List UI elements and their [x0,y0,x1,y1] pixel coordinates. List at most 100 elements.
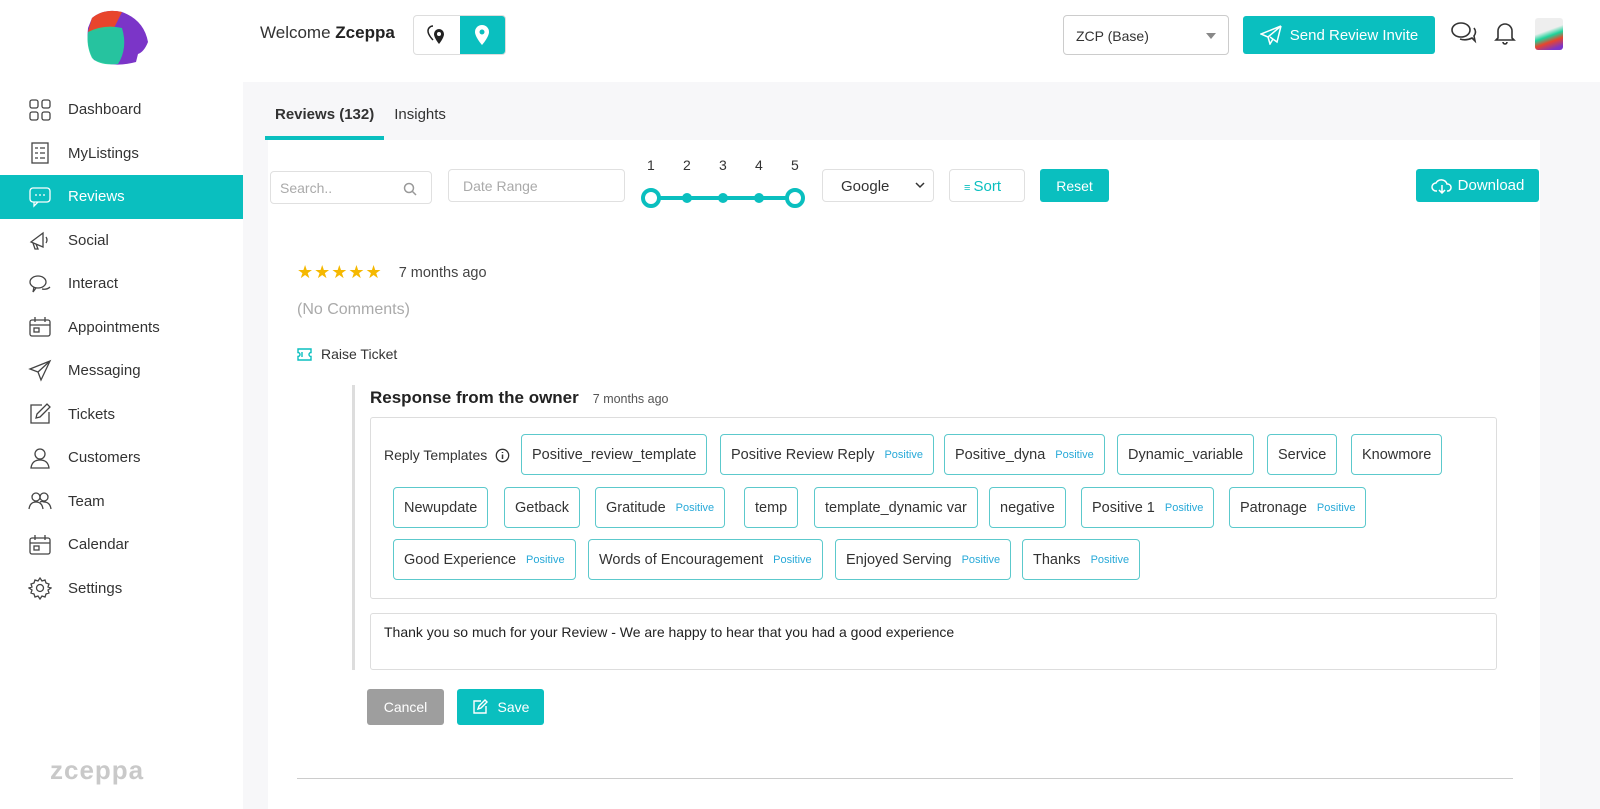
template-name: Positive_dyna [955,446,1046,463]
paper-plane-icon [28,359,52,382]
reply-template-chip[interactable]: Dynamic_variable [1117,434,1255,475]
cancel-button[interactable]: Cancel [367,689,444,725]
reply-template-chip[interactable]: Positive_review_template [521,434,708,475]
chat-icon[interactable] [1450,20,1478,46]
template-name: Good Experience [404,551,517,568]
sidebar-item-label: Messaging [68,362,141,380]
source-select[interactable]: Google [822,169,934,202]
team-icon [28,492,52,510]
date-range-input[interactable]: Date Range [448,169,625,202]
template-name: template_dynamic var [825,499,967,516]
send-review-invite-button[interactable]: Send Review Invite [1243,16,1435,54]
reply-template-chip[interactable]: Enjoyed Serving Positive [835,539,1012,580]
location-toggle[interactable] [413,15,506,55]
rating-slider-tick [754,193,764,203]
sidebar-item-dashboard[interactable]: Dashboard [0,88,243,132]
sort-button[interactable]: ≡ Sort [949,169,1025,202]
sidebar-item-label: Calendar [68,536,129,554]
sidebar-item-team[interactable]: Team [0,480,243,524]
response-time: 7 months ago [592,392,669,406]
save-button[interactable]: Save [457,689,544,725]
reply-template-chip[interactable]: negative [989,487,1066,528]
reply-template-chip[interactable]: Good Experience Positive [393,539,576,580]
reply-template-chip[interactable]: Gratitude Positive [595,487,726,528]
location-select[interactable]: ZCP (Base) [1063,15,1229,55]
tab-reviews[interactable]: Reviews (132) [265,100,385,140]
sidebar-item-social[interactable]: Social [0,219,243,263]
reset-button[interactable]: Reset [1040,169,1109,202]
sidebar-item-label: Tickets [68,405,115,423]
reply-textarea[interactable]: Thank you so much for your Review - We a… [370,613,1497,670]
reply-template-chip[interactable]: Service [1267,434,1338,475]
reply-template-chip[interactable]: template_dynamic var [814,487,978,528]
rating-label: 1 [647,157,655,173]
reply-template-chip[interactable]: Knowmore [1351,434,1443,475]
rating-slider-handle[interactable] [785,188,805,208]
template-name: Service [1278,446,1327,463]
reply-template-chip[interactable]: Positive Review Reply Positive [720,434,934,475]
template-name: Dynamic_variable [1128,446,1244,463]
tab-insights[interactable]: Insights [384,100,456,140]
template-tag: Positive [1316,501,1356,514]
template-name: Positive Review Reply [731,446,875,463]
sidebar-item-reviews[interactable]: Reviews [0,175,243,219]
rating-slider-tick [682,193,692,203]
sidebar: Dashboard MyListings Reviews Social Interact… [0,0,243,809]
reply-template-chip[interactable]: temp [744,487,799,528]
avatar[interactable] [1535,18,1563,50]
raise-ticket-link[interactable]: Raise Ticket [297,346,397,362]
welcome-text: Welcome Zceppa [260,23,395,42]
multi-location-button[interactable] [414,16,460,54]
user-icon [30,448,50,469]
paper-plane-icon [1259,25,1282,45]
sidebar-item-calendar[interactable]: Calendar [0,523,243,567]
star-rating: ★★★★★ [297,262,383,282]
search-input[interactable]: Search.. [270,171,432,204]
gear-icon [28,577,52,601]
sidebar-item-customers[interactable]: Customers [0,436,243,480]
megaphone-icon [29,231,48,250]
calendar-icon [29,317,51,337]
reviews-card: Search.. Date Range 12345 Google ≡ Sort … [268,140,1540,809]
download-button[interactable]: Download [1416,169,1539,202]
rating-slider-tick [718,193,728,203]
edit-icon [30,403,51,424]
sidebar-item-mylistings[interactable]: MyListings [0,132,243,176]
reply-template-chip[interactable]: Positive_dyna Positive [944,434,1105,475]
reply-template-chip[interactable]: Newupdate [393,487,489,528]
template-name: Gratitude [606,499,666,516]
single-location-button[interactable] [459,16,505,54]
rating-slider-handle[interactable] [641,188,661,208]
review-time: 7 months ago [398,264,487,281]
reply-template-chip[interactable]: Positive 1 Positive [1081,487,1215,528]
zceppa-logo [87,10,148,65]
sidebar-item-interact[interactable]: Interact [0,262,243,306]
calendar-icon [29,534,51,555]
bell-icon[interactable] [1494,20,1516,46]
sidebar-item-tickets[interactable]: Tickets [0,393,243,437]
grid-icon [29,99,51,121]
reply-template-chip[interactable]: Getback [504,487,580,528]
template-name: Knowmore [1362,446,1432,463]
template-tag: Positive [526,553,565,566]
search-icon [403,182,417,196]
sidebar-item-messaging[interactable]: Messaging [0,349,243,393]
chat-bubbles-icon [29,275,51,293]
rating-slider[interactable]: 1 2 3 4 5 [639,157,809,209]
rating-label: 4 [755,157,763,173]
info-icon[interactable] [495,448,510,463]
reply-template-chip[interactable]: Patronage Positive [1229,487,1367,528]
template-name: Positive 1 [1092,499,1155,516]
reply-template-chip[interactable]: Words of Encouragement Positive [588,539,823,580]
reply-template-chip[interactable]: Thanks Positive [1022,539,1141,580]
sidebar-item-label: MyListings [68,144,139,162]
template-tag: Positive [961,553,1001,566]
sidebar-item-settings[interactable]: Settings [0,567,243,611]
response-divider [352,385,355,670]
template-name: Thanks [1033,551,1081,568]
sidebar-item-appointments[interactable]: Appointments [0,306,243,350]
list-icon [31,142,49,164]
sidebar-item-label: Interact [68,275,119,293]
reply-templates-label: Reply Templates [384,447,510,463]
template-name: Patronage [1240,499,1307,516]
